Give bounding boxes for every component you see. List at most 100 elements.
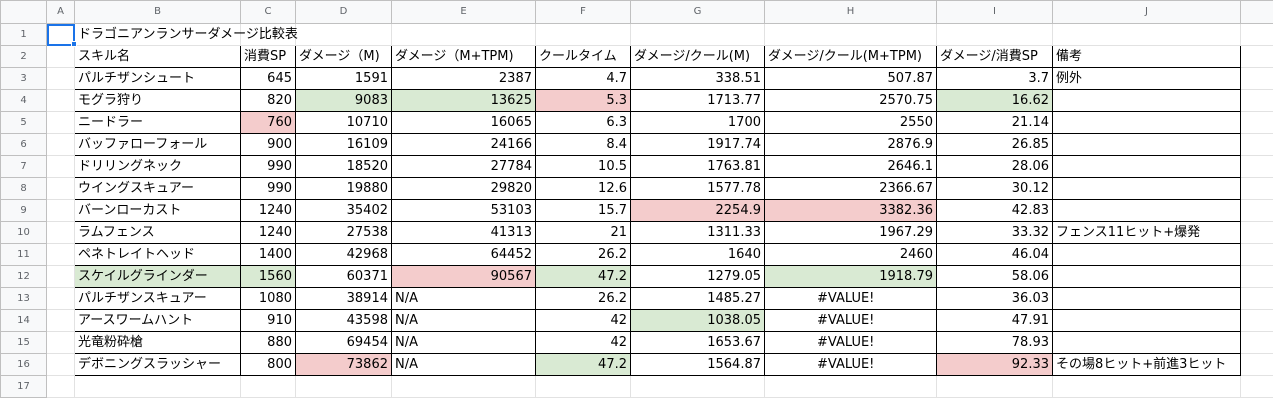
data-cell[interactable]: 910 bbox=[240, 309, 296, 332]
row-header-17[interactable]: 17 bbox=[0, 375, 47, 398]
data-cell[interactable]: 1560 bbox=[240, 265, 296, 288]
cell[interactable] bbox=[1240, 23, 1273, 46]
header-cell[interactable]: ダメージ/クール(M+TPM) bbox=[764, 45, 937, 68]
cell[interactable] bbox=[1240, 155, 1273, 178]
row-header-5[interactable]: 5 bbox=[0, 111, 47, 134]
cell[interactable] bbox=[1240, 221, 1273, 244]
data-cell[interactable]: 92.33 bbox=[936, 353, 1053, 376]
cell[interactable] bbox=[46, 199, 75, 222]
row-header-9[interactable]: 9 bbox=[0, 199, 47, 222]
data-cell[interactable]: N/A bbox=[391, 309, 536, 332]
skill-name-cell[interactable]: スケイルグラインダー bbox=[74, 265, 241, 288]
data-cell[interactable]: 42 bbox=[535, 309, 631, 332]
row-header-11[interactable]: 11 bbox=[0, 243, 47, 266]
data-cell[interactable]: 1918.79 bbox=[764, 265, 937, 288]
data-cell[interactable]: 800 bbox=[240, 353, 296, 376]
data-cell[interactable]: 3382.36 bbox=[764, 199, 937, 222]
header-cell[interactable]: クールタイム bbox=[535, 45, 631, 68]
data-cell[interactable]: #VALUE! bbox=[764, 331, 937, 354]
cell[interactable] bbox=[1240, 177, 1273, 200]
data-cell[interactable]: 1485.27 bbox=[630, 287, 765, 310]
header-cell[interactable]: ダメージ/クール(M) bbox=[630, 45, 765, 68]
data-cell[interactable]: N/A bbox=[391, 353, 536, 376]
data-cell[interactable]: 53103 bbox=[391, 199, 536, 222]
data-cell[interactable]: 26.85 bbox=[936, 133, 1053, 156]
header-cell[interactable]: ダメージ（M) bbox=[295, 45, 392, 68]
row-header-7[interactable]: 7 bbox=[0, 155, 47, 178]
data-cell[interactable]: 15.7 bbox=[535, 199, 631, 222]
cell[interactable] bbox=[1240, 331, 1273, 354]
cell[interactable] bbox=[391, 23, 536, 46]
data-cell[interactable]: 24166 bbox=[391, 133, 536, 156]
data-cell[interactable]: 73862 bbox=[295, 353, 392, 376]
skill-name-cell[interactable]: ニードラー bbox=[74, 111, 241, 134]
cell[interactable] bbox=[1240, 133, 1273, 156]
data-cell[interactable]: 760 bbox=[240, 111, 296, 134]
note-cell[interactable] bbox=[1052, 177, 1241, 200]
cell[interactable] bbox=[391, 375, 536, 398]
cell[interactable] bbox=[1240, 265, 1273, 288]
header-cell[interactable]: スキル名 bbox=[74, 45, 241, 68]
cell[interactable] bbox=[46, 221, 75, 244]
header-cell[interactable]: 備考 bbox=[1052, 45, 1241, 68]
note-cell[interactable]: その場8ヒット+前進3ヒット bbox=[1052, 353, 1241, 376]
column-header-g[interactable]: G bbox=[630, 0, 765, 24]
data-cell[interactable]: 69454 bbox=[295, 331, 392, 354]
cell[interactable] bbox=[630, 375, 765, 398]
data-cell[interactable]: 27784 bbox=[391, 155, 536, 178]
cell[interactable] bbox=[1052, 375, 1241, 398]
skill-name-cell[interactable]: バーンローカスト bbox=[74, 199, 241, 222]
data-cell[interactable]: 28.06 bbox=[936, 155, 1053, 178]
cell[interactable] bbox=[46, 353, 75, 376]
data-cell[interactable]: 1311.33 bbox=[630, 221, 765, 244]
cell[interactable] bbox=[1240, 309, 1273, 332]
data-cell[interactable]: 47.2 bbox=[535, 353, 631, 376]
data-cell[interactable]: 41313 bbox=[391, 221, 536, 244]
data-cell[interactable]: 47.2 bbox=[535, 265, 631, 288]
column-header-e[interactable]: E bbox=[391, 0, 536, 24]
cell[interactable] bbox=[46, 67, 75, 90]
note-cell[interactable]: 例外 bbox=[1052, 67, 1241, 90]
skill-name-cell[interactable]: ペネトレイトヘッド bbox=[74, 243, 241, 266]
note-cell[interactable] bbox=[1052, 309, 1241, 332]
row-header-10[interactable]: 10 bbox=[0, 221, 47, 244]
data-cell[interactable]: 78.93 bbox=[936, 331, 1053, 354]
cell[interactable] bbox=[1240, 111, 1273, 134]
row-header-15[interactable]: 15 bbox=[0, 331, 47, 354]
data-cell[interactable]: 1640 bbox=[630, 243, 765, 266]
data-cell[interactable]: 30.12 bbox=[936, 177, 1053, 200]
data-cell[interactable]: 2646.1 bbox=[764, 155, 937, 178]
data-cell[interactable]: 1967.29 bbox=[764, 221, 937, 244]
skill-name-cell[interactable]: パルチザンスキュアー bbox=[74, 287, 241, 310]
data-cell[interactable]: 47.91 bbox=[936, 309, 1053, 332]
cell[interactable] bbox=[1240, 89, 1273, 112]
data-cell[interactable]: 1763.81 bbox=[630, 155, 765, 178]
cell[interactable] bbox=[764, 375, 937, 398]
data-cell[interactable]: 5.3 bbox=[535, 89, 631, 112]
column-header-c[interactable]: C bbox=[240, 0, 296, 24]
row-header-13[interactable]: 13 bbox=[0, 287, 47, 310]
note-cell[interactable] bbox=[1052, 287, 1241, 310]
data-cell[interactable]: 880 bbox=[240, 331, 296, 354]
cell[interactable] bbox=[535, 375, 631, 398]
cell[interactable] bbox=[46, 287, 75, 310]
sheet-title-cell[interactable]: ドラゴニアンランサーダメージ比較表 bbox=[74, 23, 298, 46]
cell[interactable] bbox=[936, 23, 1053, 46]
skill-name-cell[interactable]: バッファローフォール bbox=[74, 133, 241, 156]
data-cell[interactable]: 8.4 bbox=[535, 133, 631, 156]
data-cell[interactable]: 90567 bbox=[391, 265, 536, 288]
skill-name-cell[interactable]: 光竜粉砕槍 bbox=[74, 331, 241, 354]
cell[interactable] bbox=[1240, 243, 1273, 266]
data-cell[interactable]: 1591 bbox=[295, 67, 392, 90]
data-cell[interactable]: 29820 bbox=[391, 177, 536, 200]
note-cell[interactable] bbox=[1052, 199, 1241, 222]
header-cell[interactable]: 消費SP bbox=[240, 45, 296, 68]
cell[interactable] bbox=[74, 375, 241, 398]
data-cell[interactable]: 36.03 bbox=[936, 287, 1053, 310]
column-header-j[interactable]: J bbox=[1052, 0, 1241, 24]
data-cell[interactable]: 21.14 bbox=[936, 111, 1053, 134]
fill-handle[interactable] bbox=[71, 41, 77, 47]
note-cell[interactable] bbox=[1052, 155, 1241, 178]
cell[interactable] bbox=[295, 375, 392, 398]
data-cell[interactable]: 60371 bbox=[295, 265, 392, 288]
